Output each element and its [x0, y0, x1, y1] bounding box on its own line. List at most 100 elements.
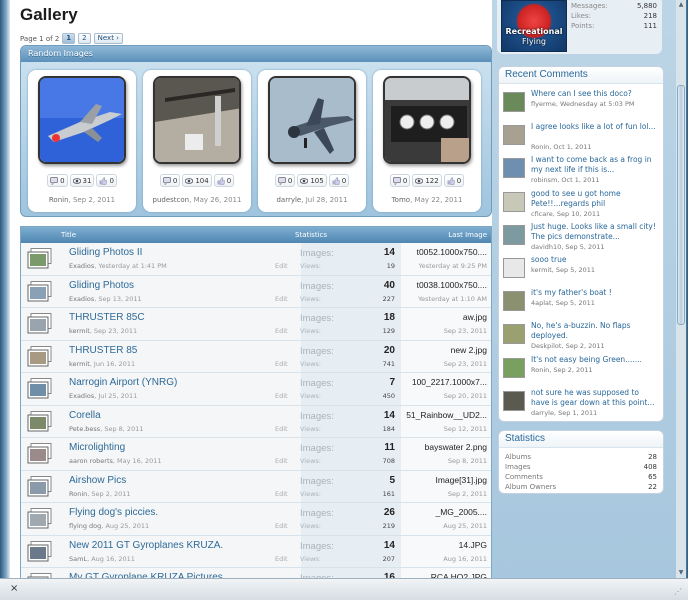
image-thumbnail[interactable] [38, 76, 126, 164]
image-owner-link[interactable]: pudestcon [153, 196, 190, 204]
album-icon[interactable] [27, 280, 53, 303]
last-image-link[interactable]: _MG_2005.... [435, 507, 487, 517]
album-icon[interactable] [27, 475, 53, 498]
last-image-link[interactable]: 100_2217.1000x7... [412, 377, 487, 387]
comment-thumbnail[interactable] [503, 158, 525, 179]
random-image-card[interactable]: 0 122 0 Tomo, May 22, 2011 [373, 70, 481, 212]
comment-user[interactable]: flyerme [531, 100, 556, 108]
album-icon[interactable] [27, 410, 53, 433]
scrollbar-thumb[interactable] [677, 85, 685, 325]
album-owner-link[interactable]: Exadios [69, 295, 94, 303]
comment-thumbnail[interactable] [503, 390, 525, 411]
edit-link[interactable]: Edit [275, 555, 288, 563]
album-title-link[interactable]: Microlighting [69, 442, 125, 453]
comment-user[interactable]: Ronin [531, 143, 549, 151]
comment-thumbnail[interactable] [503, 291, 525, 312]
album-owner-link[interactable]: SamL [69, 555, 87, 563]
list-item[interactable]: sooo true kermit, Sep 5, 2011 [503, 255, 655, 288]
album-icon[interactable] [27, 248, 53, 270]
comment-thumbnail[interactable] [503, 191, 525, 212]
table-row[interactable]: Gliding Photos II Exadios, Yesterday at 1… [21, 243, 491, 276]
list-item[interactable]: not sure he was supposed to have is gear… [503, 388, 655, 421]
album-owner-link[interactable]: Exadios [69, 262, 94, 270]
table-row[interactable]: THRUSTER 85 kermit, Jun 16, 2011 Edit Image… [21, 340, 491, 373]
comment-user[interactable]: 4aplat [531, 299, 552, 307]
album-title-link[interactable]: New 2011 GT Gyroplanes KRUZA. [69, 540, 223, 551]
comment-text-link[interactable]: It's not easy being Green....... [531, 355, 657, 365]
comment-thumbnail[interactable] [503, 92, 525, 112]
list-item[interactable]: I want to come back as a frog in my next… [503, 155, 655, 188]
album-owner-link[interactable]: kermit [69, 327, 90, 335]
edit-link[interactable]: Edit [275, 490, 288, 498]
table-row[interactable]: Narrogin Airport (YNRG) Exadios, Jul 25, … [21, 373, 491, 406]
edit-link[interactable]: Edit [275, 360, 288, 368]
last-image-link[interactable]: 14.JPG [459, 540, 487, 550]
album-icon[interactable] [27, 313, 53, 335]
comment-thumbnail[interactable] [503, 357, 525, 378]
last-image-link[interactable]: bayswater 2.png [425, 442, 487, 452]
album-icon[interactable] [27, 345, 53, 368]
image-owner-link[interactable]: Tomo [392, 196, 410, 204]
comment-text-link[interactable]: it's my father's boat ! [531, 288, 657, 298]
table-row[interactable]: Microlighting aaron roberts, May 16, 2011… [21, 438, 491, 471]
comment-text-link[interactable]: I agree looks like a lot of fun lol... [531, 122, 657, 132]
edit-link[interactable]: Edit [275, 457, 288, 465]
edit-link[interactable]: Edit [275, 522, 288, 530]
album-owner-link[interactable]: aaron roberts [69, 457, 113, 465]
album-title-link[interactable]: Narrogin Airport (YNRG) [69, 377, 177, 388]
scroll-up-arrow[interactable]: ▲ [677, 1, 685, 9]
comment-user[interactable]: darryle [531, 409, 554, 417]
album-title-link[interactable]: Airshow Pics [69, 475, 126, 486]
resize-grip-icon[interactable]: ⋰ [674, 587, 684, 597]
comment-user[interactable]: cficare [531, 210, 553, 218]
album-icon[interactable] [27, 508, 53, 530]
comment-text-link[interactable]: Where can I see this doco? [531, 89, 657, 99]
last-image-link[interactable]: Image[31].jpg [435, 475, 487, 485]
table-row[interactable]: THRUSTER 85C kermit, Sep 23, 2011 Edit Imag… [21, 308, 491, 341]
comment-text-link[interactable]: not sure he was supposed to have is gear… [531, 388, 657, 408]
list-item[interactable]: it's my father's boat ! 4aplat, Sep 5, 20… [503, 288, 655, 321]
edit-link[interactable]: Edit [275, 425, 288, 433]
list-item[interactable]: Just huge. Looks like a small city! The … [503, 222, 657, 255]
album-title-link[interactable]: THRUSTER 85C [69, 312, 145, 323]
album-title-link[interactable]: Gliding Photos [69, 280, 134, 291]
random-image-card[interactable]: 0 31 0 Ronin, Sep 2, 2011 [28, 70, 136, 212]
comment-text-link[interactable]: I want to come back as a frog in my next… [531, 155, 657, 175]
list-item[interactable]: good to see u got home Pete!!...regards … [503, 189, 655, 222]
vertical-scrollbar[interactable]: ▲ ▼ [676, 0, 686, 578]
page-2-button[interactable]: 2 [78, 33, 91, 44]
col-title[interactable]: Title [61, 231, 76, 239]
album-owner-link[interactable]: Ronin [69, 490, 87, 498]
table-row[interactable]: New 2011 GT Gyroplanes KRUZA. SamL, Aug 1… [21, 535, 491, 568]
image-owner-link[interactable]: Ronin [49, 196, 69, 204]
album-owner-link[interactable]: flying dog [69, 522, 101, 530]
col-last-image[interactable]: Last Image [448, 231, 487, 239]
edit-link[interactable]: Edit [275, 392, 288, 400]
page-1-button[interactable]: 1 [62, 33, 76, 44]
album-icon[interactable] [27, 540, 53, 563]
random-image-card[interactable]: 0 105 0 darryle, Jul 28, 2011 [258, 70, 366, 212]
comment-thumbnail[interactable] [503, 324, 525, 345]
edit-link[interactable]: Edit [275, 262, 288, 270]
image-thumbnail[interactable] [268, 76, 356, 164]
last-image-link[interactable]: new 2.jpg [451, 345, 487, 355]
image-owner-link[interactable]: darryle [276, 196, 301, 204]
comment-user[interactable]: kermit [531, 266, 552, 274]
table-row[interactable]: Flying dog's piccies. flying dog, Aug 25,… [21, 503, 491, 536]
album-title-link[interactable]: THRUSTER 85 [69, 345, 137, 356]
comment-user[interactable]: Ronin [531, 366, 549, 374]
album-owner-link[interactable]: Exadios [69, 392, 94, 400]
table-row[interactable]: Gliding Photos Exadios, Sep 13, 2011 Edit I… [21, 275, 491, 308]
next-page-button[interactable]: Next › [93, 33, 123, 44]
album-owner-link[interactable]: Pete.bess [69, 425, 100, 433]
random-image-card[interactable]: 0 104 0 pudestcon, May 26, 2011 [143, 70, 251, 212]
album-icon[interactable] [27, 443, 53, 465]
comment-thumbnail[interactable] [503, 224, 525, 245]
album-title-link[interactable]: Flying dog's piccies. [69, 507, 158, 518]
site-logo[interactable]: Recreational Flying [501, 0, 567, 52]
comment-text-link[interactable]: sooo true [531, 255, 657, 265]
comment-text-link[interactable]: Just huge. Looks like a small city! The … [531, 222, 657, 242]
list-item[interactable]: Where can I see this doco? flyerme, Wedne… [503, 89, 655, 122]
close-icon[interactable]: × [10, 583, 18, 594]
table-row[interactable]: Corella Pete.bess, Sep 8, 2011 Edit Images:… [21, 405, 491, 438]
